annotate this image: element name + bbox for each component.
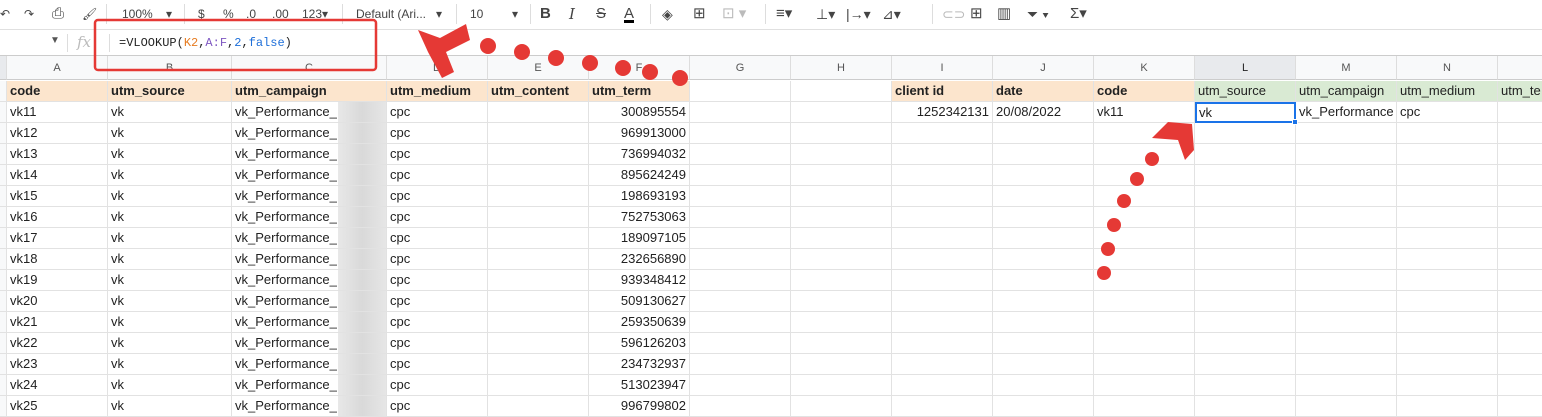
annotation-overlay	[93, 18, 1194, 280]
annotation-dots	[480, 38, 1159, 280]
formula-highlight-box	[93, 18, 378, 72]
arrow-up-right-icon	[1152, 122, 1194, 160]
arrow-up-left-icon	[418, 24, 470, 78]
